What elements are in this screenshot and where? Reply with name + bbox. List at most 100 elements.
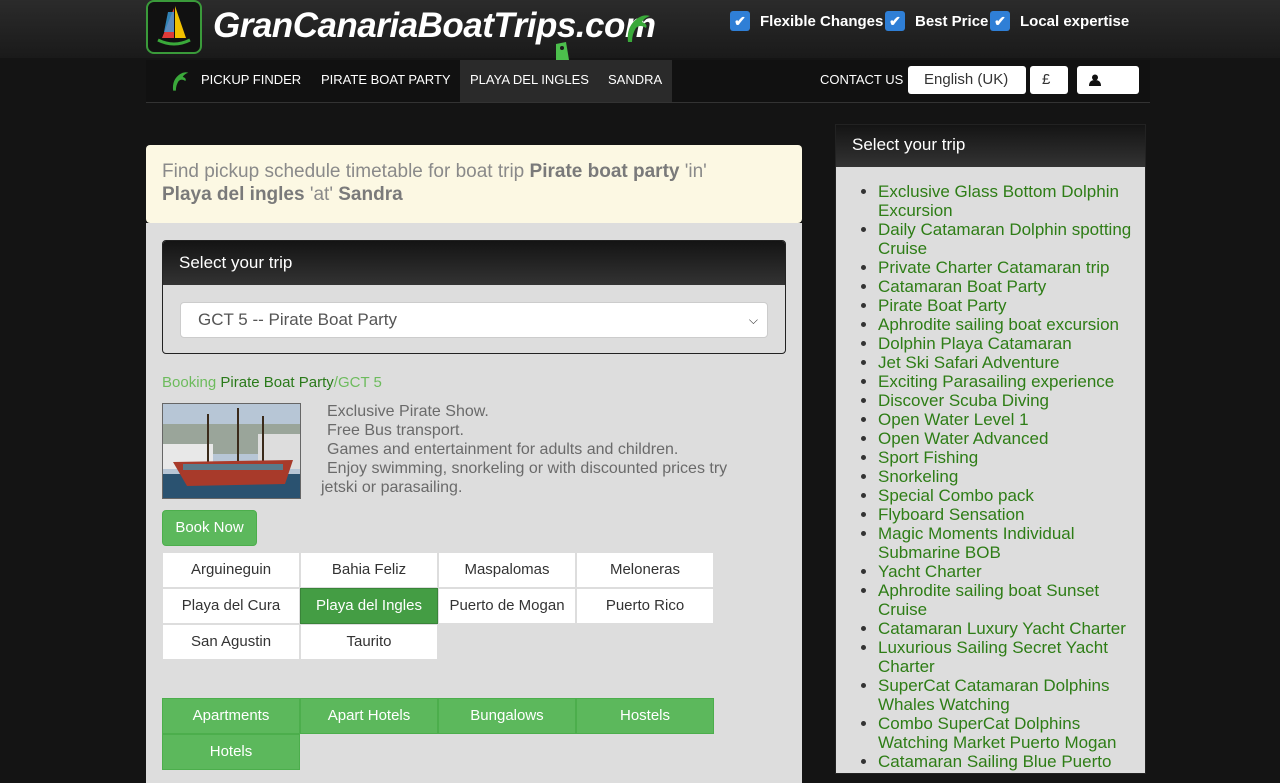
- currency-value: £: [1042, 71, 1051, 88]
- breadcrumb-code: /GCT 5: [333, 374, 382, 391]
- site-header: GranCanariaBoatTrips.com ✔ Flexible Chan…: [0, 0, 1280, 74]
- list-item: Aphrodite sailing boat Sunset Cruise: [878, 581, 1135, 619]
- list-item: Jet Ski Safari Adventure: [878, 353, 1135, 372]
- trip-link[interactable]: Magic Moments Individual Submarine BOB: [878, 524, 1075, 562]
- language-dropdown[interactable]: English (UK): [908, 66, 1026, 94]
- list-item: Pirate Boat Party: [878, 296, 1135, 315]
- logo-text[interactable]: GranCanariaBoatTrips.com: [213, 6, 656, 46]
- list-item: Daily Catamaran Dolphin spotting Cruise: [878, 220, 1135, 258]
- list-item: Exclusive Glass Bottom Dolphin Excursion: [878, 182, 1135, 220]
- list-item: Dolphin Playa Catamaran: [878, 334, 1135, 353]
- accommodation-hostels[interactable]: Hostels: [576, 698, 714, 734]
- area-playa-del-ingles[interactable]: Playa del Ingles: [300, 588, 438, 624]
- accommodation-bungalows[interactable]: Bungalows: [438, 698, 576, 734]
- list-item: Discover Scuba Diving: [878, 391, 1135, 410]
- trip-link[interactable]: Private Charter Catamaran trip: [878, 258, 1109, 277]
- area-playa-del-cura[interactable]: Playa del Cura: [162, 588, 300, 624]
- panel-heading: Select your trip: [163, 241, 785, 285]
- trip-link[interactable]: Yacht Charter: [878, 562, 982, 581]
- description-line: jetski or parasailing.: [321, 479, 463, 496]
- area-bahia-feliz[interactable]: Bahia Feliz: [300, 552, 438, 588]
- nav-pickup-finder[interactable]: PICKUP FINDER: [201, 60, 301, 102]
- list-item: Aphrodite sailing boat excursion: [878, 315, 1135, 334]
- trip-description: Exclusive Pirate Show. Free Bus transpor…: [321, 402, 781, 497]
- list-item: Catamaran Sailing Blue Puerto: [878, 752, 1135, 771]
- trip-link[interactable]: Open Water Level 1: [878, 410, 1029, 429]
- description-line: Enjoy swimming, snorkeling or with disco…: [327, 460, 728, 477]
- alert-hotel: Sandra: [338, 184, 403, 205]
- trip-link[interactable]: Jet Ski Safari Adventure: [878, 353, 1059, 372]
- language-value: English (UK): [924, 71, 1009, 88]
- list-item: Sport Fishing: [878, 448, 1135, 467]
- area-meloneras[interactable]: Meloneras: [576, 552, 714, 588]
- area-maspalomas[interactable]: Maspalomas: [438, 552, 576, 588]
- check-icon: ✔: [730, 11, 750, 31]
- alert-area: Playa del ingles: [162, 184, 305, 205]
- check-icon: ✔: [990, 11, 1010, 31]
- feature-flexible-changes: ✔ Flexible Changes: [730, 10, 883, 32]
- list-item: Catamaran Luxury Yacht Charter: [878, 619, 1135, 638]
- trip-select-value: GCT 5 -- Pirate Boat Party: [198, 310, 398, 329]
- user-menu-button[interactable]: [1077, 66, 1139, 94]
- sidebar-heading: Select your trip: [836, 125, 1145, 167]
- area-puerto-rico[interactable]: Puerto Rico: [576, 588, 714, 624]
- trip-link[interactable]: Exciting Parasailing experience: [878, 372, 1114, 391]
- trip-link[interactable]: Aphrodite sailing boat Sunset Cruise: [878, 581, 1099, 619]
- trip-link[interactable]: Daily Catamaran Dolphin spotting Cruise: [878, 220, 1131, 258]
- feature-label: Local expertise: [1020, 12, 1130, 30]
- alert-prefix: Find pickup schedule timetable for boat …: [162, 161, 530, 182]
- trip-link[interactable]: SuperCat Catamaran Dolphins Whales Watch…: [878, 676, 1110, 714]
- chevron-down-icon: ⌵: [748, 313, 758, 327]
- trip-link[interactable]: Exclusive Glass Bottom Dolphin Excursion: [878, 182, 1119, 220]
- trip-link[interactable]: Pirate Boat Party: [878, 296, 1007, 315]
- list-item: Combo SuperCat Dolphins Watching Market …: [878, 714, 1135, 752]
- list-item: Open Water Level 1: [878, 410, 1135, 429]
- description-line: Exclusive Pirate Show.: [327, 403, 489, 420]
- trip-link[interactable]: Discover Scuba Diving: [878, 391, 1049, 410]
- list-item: Special Combo pack: [878, 486, 1135, 505]
- list-item: Magic Moments Individual Submarine BOB: [878, 524, 1135, 562]
- nav-contact-us[interactable]: CONTACT US: [820, 60, 903, 102]
- trip-link[interactable]: Flyboard Sensation: [878, 505, 1024, 524]
- breadcrumb-trip[interactable]: Pirate Boat Party: [220, 374, 333, 391]
- trip-link[interactable]: Combo SuperCat Dolphins Watching Market …: [878, 714, 1116, 752]
- list-item: Exciting Parasailing experience: [878, 372, 1135, 391]
- trip-link[interactable]: Special Combo pack: [878, 486, 1034, 505]
- list-item: Private Charter Catamaran trip: [878, 258, 1135, 277]
- book-now-button[interactable]: Book Now: [162, 510, 257, 546]
- list-item: SuperCat Catamaran Dolphins Whales Watch…: [878, 676, 1135, 714]
- trip-link[interactable]: Sport Fishing: [878, 448, 978, 467]
- accommodation-apartments[interactable]: Apartments: [162, 698, 300, 734]
- alert-at: 'at': [304, 184, 339, 205]
- breadcrumb: Booking Pirate Boat Party/GCT 5: [162, 374, 382, 391]
- trip-link[interactable]: Catamaran Sailing Blue Puerto: [878, 752, 1111, 771]
- check-icon: ✔: [885, 11, 905, 31]
- accommodation-apart-hotels[interactable]: Apart Hotels: [300, 698, 438, 734]
- feature-local-expertise: ✔ Local expertise: [990, 10, 1129, 32]
- list-item: Luxurious Sailing Secret Yacht Charter: [878, 638, 1135, 676]
- trip-select-panel: Select your trip GCT 5 -- Pirate Boat Pa…: [162, 240, 786, 354]
- nav-pirate-boat-party[interactable]: PIRATE BOAT PARTY: [321, 60, 451, 102]
- trip-link[interactable]: Aphrodite sailing boat excursion: [878, 315, 1119, 334]
- nav-playa-del-ingles[interactable]: PLAYA DEL INGLES: [460, 60, 599, 102]
- accommodation-hotels[interactable]: Hotels: [162, 734, 300, 770]
- trip-link[interactable]: Snorkeling: [878, 467, 958, 486]
- nav-sandra[interactable]: SANDRA: [598, 60, 673, 102]
- dolphin-icon: [172, 72, 189, 91]
- trip-select[interactable]: GCT 5 -- Pirate Boat Party ⌵: [180, 302, 768, 338]
- area-arguineguin[interactable]: Arguineguin: [162, 552, 300, 588]
- area-san-agustin[interactable]: San Agustin: [162, 624, 300, 660]
- trip-link[interactable]: Catamaran Luxury Yacht Charter: [878, 619, 1126, 638]
- trip-link[interactable]: Luxurious Sailing Secret Yacht Charter: [878, 638, 1108, 676]
- trip-list: Exclusive Glass Bottom Dolphin Excursion…: [836, 167, 1145, 771]
- area-puerto-de-mogan[interactable]: Puerto de Mogan: [438, 588, 576, 624]
- area-taurito[interactable]: Taurito: [300, 624, 438, 660]
- feature-label: Flexible Changes: [760, 12, 884, 30]
- trip-link[interactable]: Catamaran Boat Party: [878, 277, 1046, 296]
- breadcrumb-booking[interactable]: Booking: [162, 374, 216, 391]
- logo-sailboat-icon[interactable]: [146, 0, 202, 54]
- trip-link[interactable]: Open Water Advanced: [878, 429, 1048, 448]
- list-item: Yacht Charter: [878, 562, 1135, 581]
- trip-link[interactable]: Dolphin Playa Catamaran: [878, 334, 1072, 353]
- currency-dropdown[interactable]: £: [1030, 66, 1068, 94]
